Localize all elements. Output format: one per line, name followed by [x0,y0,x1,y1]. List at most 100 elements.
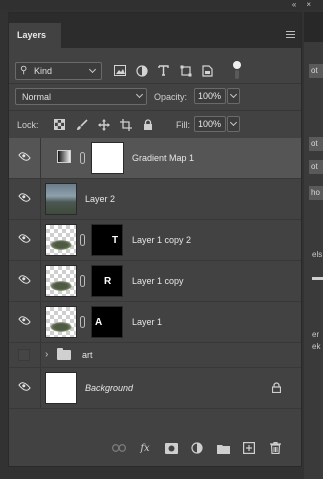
layer-name[interactable]: Layer 1 copy 2 [132,235,191,245]
filter-toggle-switch[interactable] [233,61,241,81]
fill-label: Fill: [176,120,190,130]
panel-dock-strip: « × [0,0,323,10]
close-panel-button[interactable]: × [306,1,311,9]
visibility-toggle[interactable] [9,343,41,367]
adjacent-panel-text: er [312,330,320,339]
layer-thumbnail[interactable] [45,183,77,215]
delete-layer-icon[interactable] [267,440,283,456]
link-chain-icon[interactable] [80,234,85,246]
filter-kind-label: Kind [34,66,53,76]
chevron-down-icon [135,90,144,99]
adjacent-panel-bar [312,277,323,280]
chevron-down-icon [229,118,238,127]
layer-name[interactable]: Layer 1 [132,317,162,327]
adjacent-panel-row[interactable]: ho [309,186,323,200]
mask-letter: A [95,317,103,328]
layer-mask-thumbnail[interactable] [91,142,124,174]
adjustment-filter-icon[interactable] [134,63,149,78]
layer-name[interactable]: Layer 2 [85,194,115,204]
eye-icon [18,150,31,163]
add-mask-icon[interactable] [163,440,179,456]
new-adjustment-icon[interactable] [189,440,205,456]
visibility-toggle[interactable] [9,368,41,408]
link-chain-icon[interactable] [80,275,85,287]
eye-icon [18,380,31,393]
layer-thumbnail[interactable] [45,224,77,256]
adjacent-panel-text: els [312,250,323,259]
collapse-panels-button[interactable]: « [292,1,296,9]
layer-mask-thumbnail[interactable]: T [91,224,123,256]
shape-filter-icon[interactable] [178,63,193,78]
hidden-visibility-box [18,349,30,361]
layer-row-layer-2[interactable]: Layer 2 [9,179,301,220]
search-icon: ⚲ [20,65,28,76]
layer-row-background[interactable]: Background [9,368,301,409]
fill-input[interactable]: 100% [194,116,226,132]
photoshop-workspace: « × ot ot ot ho els er ek Layers ⚲ Kind [0,0,323,479]
opacity-dropdown[interactable] [227,88,240,104]
layer-row-art-group[interactable]: › art [9,343,301,368]
layer-name[interactable]: Background [85,383,133,393]
filter-type-icons [112,63,215,78]
lock-pixels-brush-icon[interactable] [74,117,89,132]
layer-name[interactable]: Gradient Map 1 [132,153,194,163]
lock-transparency-icon[interactable] [52,117,67,132]
adjacent-panel-row[interactable]: ot [309,64,323,78]
lock-artboard-crop-icon[interactable] [118,117,133,132]
hamburger-menu-icon[interactable] [286,31,295,38]
visibility-toggle[interactable] [9,179,41,219]
mask-letter: T [112,235,119,246]
layers-panel-tabbar: Layers [9,13,301,48]
new-layer-icon[interactable] [241,440,257,456]
lock-icons [52,117,155,132]
chevron-down-icon [88,65,97,74]
filter-kind-select[interactable]: ⚲ Kind [15,62,102,80]
layer-mask-thumbnail[interactable]: A [91,306,123,338]
adjacent-panel-header [304,12,323,42]
layer-name[interactable]: art [82,350,93,360]
eye-icon [18,191,31,204]
lock-all-icon[interactable] [140,117,155,132]
type-filter-icon[interactable] [156,63,171,78]
visibility-toggle[interactable] [9,261,41,301]
link-layers-icon[interactable] [111,440,127,456]
layer-row-gradient-map[interactable]: Gradient Map 1 [9,138,301,179]
mask-letter: R [104,276,112,287]
blend-mode-value: Normal [22,92,52,102]
fx-icon[interactable]: fx [137,440,153,456]
link-chain-icon[interactable] [80,152,85,164]
folder-icon [57,348,71,360]
lock-position-move-icon[interactable] [96,117,111,132]
eye-icon [18,314,31,327]
blend-mode-select[interactable]: Normal [15,88,147,105]
opacity-input[interactable]: 100% [194,88,226,104]
link-chain-icon[interactable] [80,316,85,328]
layer-thumbnail[interactable] [45,372,77,404]
adjacent-panel-row[interactable]: ot [309,160,323,174]
adjacent-panel: ot ot ot ho els er ek [304,12,323,479]
smart-object-filter-icon[interactable] [200,63,215,78]
layer-thumbnail[interactable] [45,265,77,297]
chevron-down-icon [229,90,238,99]
lock-icon [271,382,282,396]
layers-list: Gradient Map 1 Layer 2 T Layer 1 copy 2 … [9,138,301,410]
layer-row-layer-1-copy-2[interactable]: T Layer 1 copy 2 [9,220,301,261]
image-filter-icon[interactable] [112,63,127,78]
visibility-toggle[interactable] [9,302,41,342]
divider [9,110,301,111]
chevron-right-icon[interactable]: › [45,349,48,360]
adjacent-panel-row[interactable]: ot [309,137,323,151]
visibility-toggle[interactable] [9,220,41,260]
toggle-track [235,70,239,79]
layer-row-layer-1-copy[interactable]: R Layer 1 copy [9,261,301,302]
layer-row-layer-1[interactable]: A Layer 1 [9,302,301,343]
layer-mask-thumbnail[interactable]: R [91,265,123,297]
layer-name[interactable]: Layer 1 copy [132,276,184,286]
divider [9,83,301,84]
new-group-icon[interactable] [215,440,231,456]
tab-layers[interactable]: Layers [9,23,61,48]
lock-label: Lock: [17,120,39,130]
layer-thumbnail[interactable] [45,306,77,338]
visibility-toggle[interactable] [9,138,41,178]
fill-dropdown[interactable] [227,116,240,132]
